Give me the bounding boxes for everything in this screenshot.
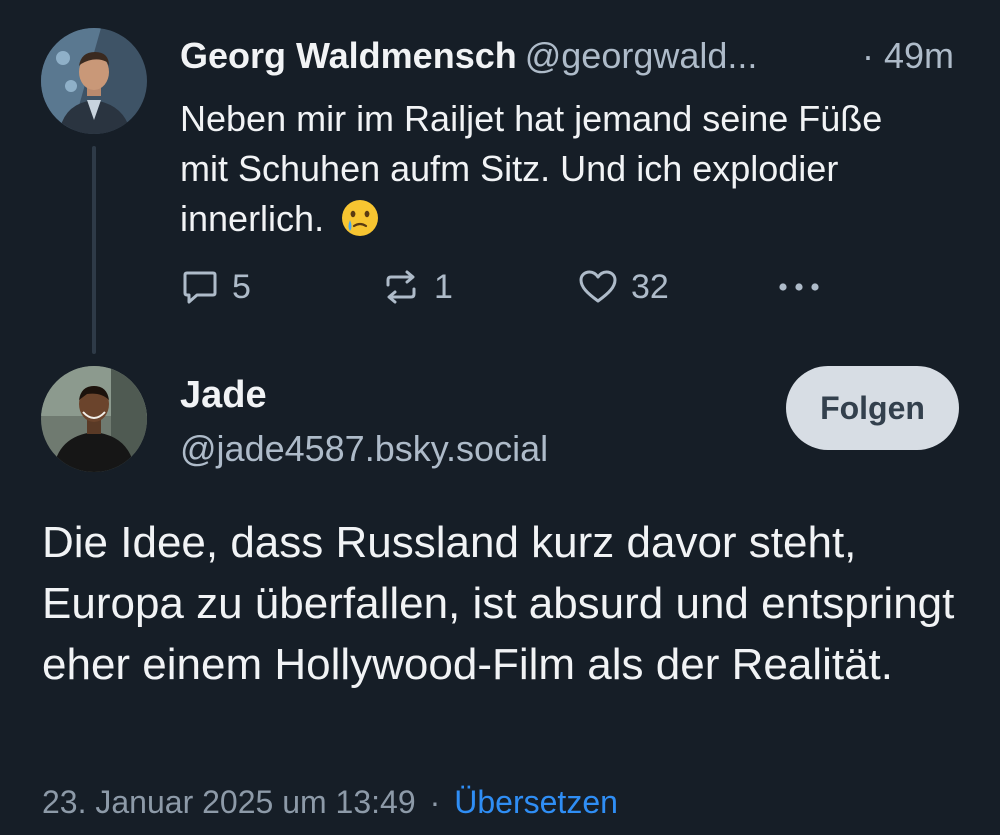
reply-icon (180, 267, 220, 307)
parent-author-name[interactable]: Georg Waldmensch (180, 35, 517, 76)
post-meta-row: 23. Januar 2025 um 13:49 · Übersetzen (42, 780, 618, 824)
main-post-text: Die Idee, dass Russland kurz davor steht… (42, 518, 955, 689)
face-holding-back-tears-emoji (340, 198, 380, 238)
post-timestamp: 23. Januar 2025 um 13:49 (42, 784, 416, 820)
follow-button[interactable]: Folgen (786, 366, 959, 450)
thread-connector-line (92, 146, 96, 354)
parent-post-header: Georg Waldmensch @georgwald... · 49m (180, 34, 970, 78)
like-button[interactable]: 32 (577, 264, 669, 310)
reply-button[interactable]: 5 (180, 264, 251, 310)
main-author-avatar[interactable] (41, 366, 147, 472)
main-author-name[interactable]: Jade (180, 372, 267, 418)
parent-post-text: Neben mir im Railjet hat jemand seine Fü… (180, 98, 883, 239)
repost-icon (380, 267, 422, 307)
main-author-handle[interactable]: @jade4587.bsky.social (180, 426, 548, 472)
more-options-button[interactable] (776, 264, 822, 310)
repost-button[interactable]: 1 (380, 264, 453, 310)
meta-separator: · (429, 784, 441, 820)
parent-author-avatar[interactable] (41, 28, 147, 134)
more-icon (776, 277, 822, 297)
parent-post-time[interactable]: · 49m (862, 34, 954, 78)
repost-count: 1 (434, 267, 453, 306)
reply-count: 5 (232, 267, 251, 306)
like-count: 32 (631, 267, 669, 306)
parent-author-handle[interactable]: @georgwald... (525, 35, 758, 76)
heart-icon (577, 267, 619, 307)
translate-link[interactable]: Übersetzen (454, 784, 618, 820)
parent-post-body: Neben mir im Railjet hat jemand seine Fü… (180, 94, 920, 244)
